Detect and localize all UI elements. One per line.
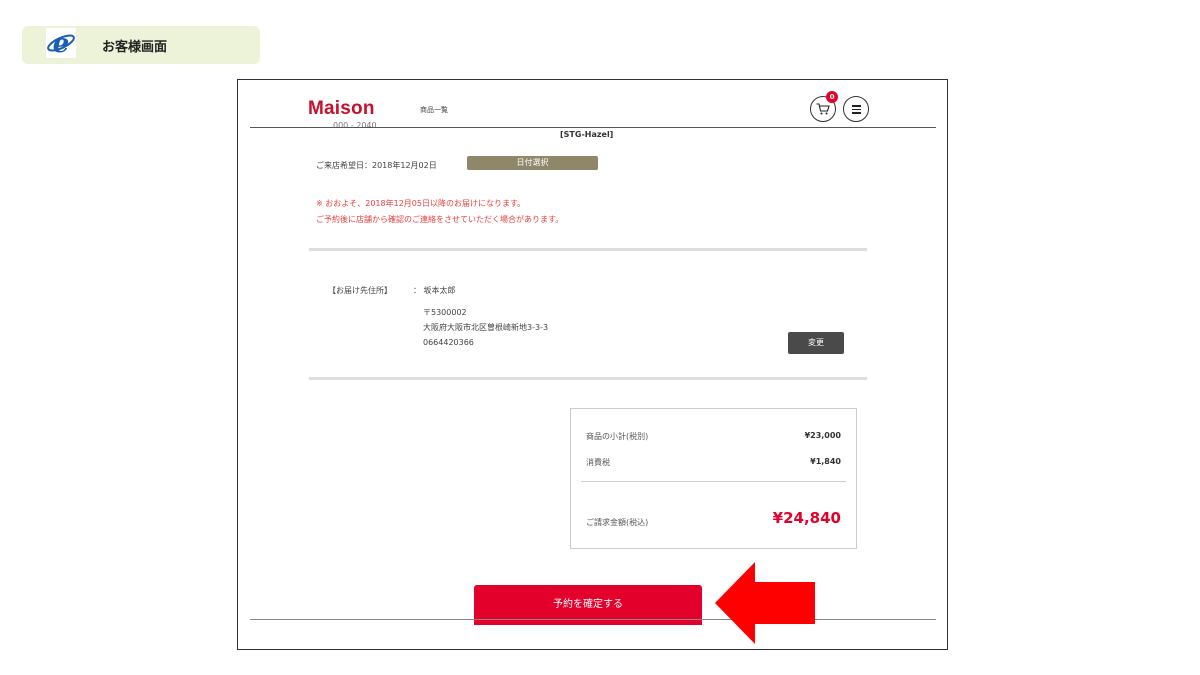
order-summary: 商品の小計(税別) ¥23,000 消費税 ¥1,840 ご請求金額(税込) ¥… (570, 408, 857, 549)
tax-value: ¥1,840 (810, 457, 841, 466)
product-code: [STG-Hazel] (560, 130, 614, 139)
page-title: お客様画面 (102, 40, 168, 55)
cart-button[interactable]: 0 (810, 91, 838, 122)
summary-divider (581, 481, 846, 482)
section-divider (309, 377, 867, 380)
site-logo[interactable]: Maison (308, 98, 375, 120)
notice-line-1: ※ おおよそ、2018年12月05日以降のお届けになります。 (316, 199, 526, 208)
internet-explorer-icon: e (46, 28, 76, 58)
product-list-link[interactable]: 商品一覧 (420, 105, 448, 115)
address-label: 【お届け先住所】 (328, 286, 392, 295)
red-arrow-pointer (715, 562, 815, 644)
subtotal-value: ¥23,000 (804, 431, 841, 440)
tax-label: 消費税 (586, 458, 610, 467)
total-label: ご請求金額(税込) (586, 518, 649, 527)
recipient-name: ： 坂本太郎 (413, 286, 456, 295)
header-badge: e お客様画面 (22, 26, 260, 64)
tax-row: 消費税 ¥1,840 (586, 457, 841, 468)
svg-text:e: e (53, 29, 70, 58)
menu-button[interactable] (843, 96, 869, 122)
phone-number: 0664420366 (423, 338, 474, 347)
notice-line-2: ご予約後に店舗から確認のご連絡をさせていただく場合があります。 (316, 215, 564, 224)
browser-frame: Maison 商品一覧 0 000 - 2040 [STG-Hazel] ご来店… (237, 79, 948, 650)
address-details: 〒5300002 大阪府大阪市北区曽根崎新地3-3-3 0664420366 (423, 305, 548, 350)
change-address-button[interactable]: 変更 (788, 332, 844, 354)
street-address: 大阪府大阪市北区曽根崎新地3-3-3 (423, 323, 549, 332)
subtotal-row: 商品の小計(税別) ¥23,000 (586, 431, 841, 442)
cart-count-badge: 0 (826, 91, 838, 103)
cart-icon (816, 103, 830, 115)
total-value: ¥24,840 (772, 509, 841, 527)
footer-divider (250, 619, 936, 620)
subtotal-label: 商品の小計(税別) (586, 432, 649, 441)
date-select-button[interactable]: 日付選択 (467, 156, 598, 170)
header-divider (250, 127, 936, 128)
section-divider (309, 248, 867, 251)
visit-date-label: ご来店希望日：2018年12月02日 (316, 161, 437, 170)
postal-code: 〒5300002 (423, 308, 467, 317)
delivery-notice: ※ おおよそ、2018年12月05日以降のお届けになります。 ご予約後に店舗から… (316, 196, 563, 228)
